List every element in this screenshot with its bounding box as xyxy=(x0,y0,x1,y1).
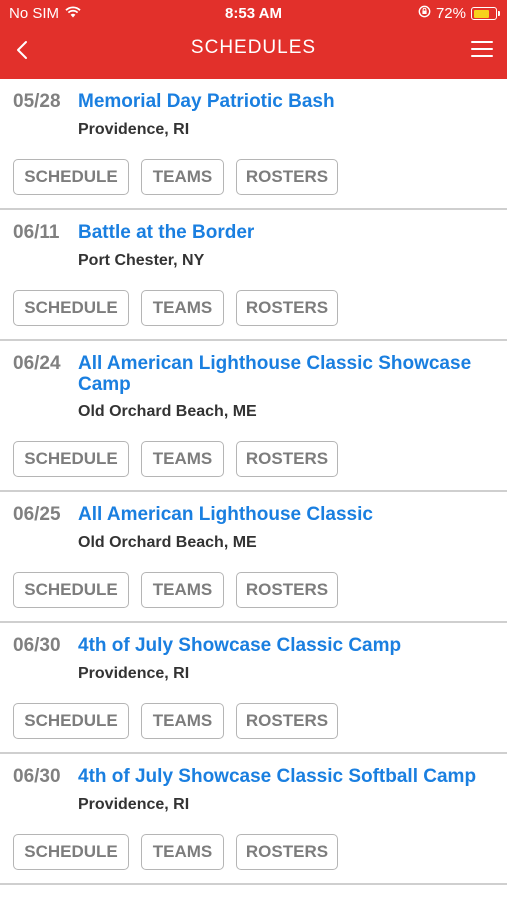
menu-button[interactable] xyxy=(469,36,495,62)
event-row: 06/30 4th of July Showcase Classic Camp Pr… xyxy=(0,623,507,754)
event-location: Providence, RI xyxy=(78,121,190,138)
event-date: 06/30 xyxy=(13,766,61,787)
page-title: SCHEDULES xyxy=(190,37,317,58)
battery-percent: 72% xyxy=(435,5,466,22)
teams-button[interactable]: TEAMS xyxy=(141,441,224,477)
event-actions: SCHEDULE TEAMS ROSTERS xyxy=(13,572,338,608)
teams-button[interactable]: TEAMS xyxy=(141,834,224,870)
nav-bar: SCHEDULES xyxy=(0,28,507,79)
event-row: 06/11 Battle at the Border Port Chester, N… xyxy=(0,210,507,341)
event-date: 05/28 xyxy=(13,91,61,112)
teams-button[interactable]: TEAMS xyxy=(141,703,224,739)
event-actions: SCHEDULE TEAMS ROSTERS xyxy=(13,290,338,326)
event-date: 06/25 xyxy=(13,504,61,525)
event-location: Old Orchard Beach, ME xyxy=(78,534,257,551)
schedule-button[interactable]: SCHEDULE xyxy=(13,159,129,195)
event-location: Old Orchard Beach, ME xyxy=(78,403,257,420)
teams-button[interactable]: TEAMS xyxy=(141,159,224,195)
status-bar: No SIM 8:53 AM 72% xyxy=(0,0,507,28)
event-name-link[interactable]: Battle at the Border xyxy=(78,222,493,243)
event-actions: SCHEDULE TEAMS ROSTERS xyxy=(13,159,338,195)
schedule-button[interactable]: SCHEDULE xyxy=(13,441,129,477)
event-name-link[interactable]: 4th of July Showcase Classic Softball Ca… xyxy=(78,766,493,787)
schedule-button[interactable]: SCHEDULE xyxy=(13,290,129,326)
teams-button[interactable]: TEAMS xyxy=(141,572,224,608)
battery-level xyxy=(473,9,489,18)
app-header: No SIM 8:53 AM 72% SCHEDULES xyxy=(0,0,507,79)
event-name-link[interactable]: All American Lighthouse Classic Showcase… xyxy=(78,353,493,395)
event-date: 06/11 xyxy=(13,222,60,243)
event-row: 06/24 All American Lighthouse Classic Sho… xyxy=(0,341,507,492)
status-right: 72% xyxy=(418,5,500,22)
event-date: 06/30 xyxy=(13,635,61,656)
event-location: Port Chester, NY xyxy=(78,252,205,269)
schedule-button[interactable]: SCHEDULE xyxy=(13,572,129,608)
event-name-link[interactable]: 4th of July Showcase Classic Camp xyxy=(78,635,493,656)
schedule-button[interactable]: SCHEDULE xyxy=(13,703,129,739)
rosters-button[interactable]: ROSTERS xyxy=(236,290,338,326)
event-date: 06/24 xyxy=(13,353,61,374)
event-name-link[interactable]: All American Lighthouse Classic xyxy=(78,504,493,525)
event-location: Providence, RI xyxy=(78,665,190,682)
schedule-button[interactable]: SCHEDULE xyxy=(13,834,129,870)
event-location: Providence, RI xyxy=(78,796,190,813)
event-row: 06/25 All American Lighthouse Classic Old … xyxy=(0,492,507,623)
event-list: 05/28 Memorial Day Patriotic Bash Providen… xyxy=(0,79,507,885)
orientation-lock-icon xyxy=(418,5,431,22)
rosters-button[interactable]: ROSTERS xyxy=(236,572,338,608)
rosters-button[interactable]: ROSTERS xyxy=(236,441,338,477)
hamburger-menu-icon xyxy=(471,41,493,57)
event-actions: SCHEDULE TEAMS ROSTERS xyxy=(13,703,338,739)
event-actions: SCHEDULE TEAMS ROSTERS xyxy=(13,834,338,870)
teams-button[interactable]: TEAMS xyxy=(141,290,224,326)
rosters-button[interactable]: ROSTERS xyxy=(236,834,338,870)
event-name-link[interactable]: Memorial Day Patriotic Bash xyxy=(78,91,493,112)
rosters-button[interactable]: ROSTERS xyxy=(236,159,338,195)
rosters-button[interactable]: ROSTERS xyxy=(236,703,338,739)
event-actions: SCHEDULE TEAMS ROSTERS xyxy=(13,441,338,477)
event-row: 05/28 Memorial Day Patriotic Bash Providen… xyxy=(0,79,507,210)
battery-icon xyxy=(471,7,500,20)
event-row: 06/30 4th of July Showcase Classic Softba… xyxy=(0,754,507,885)
